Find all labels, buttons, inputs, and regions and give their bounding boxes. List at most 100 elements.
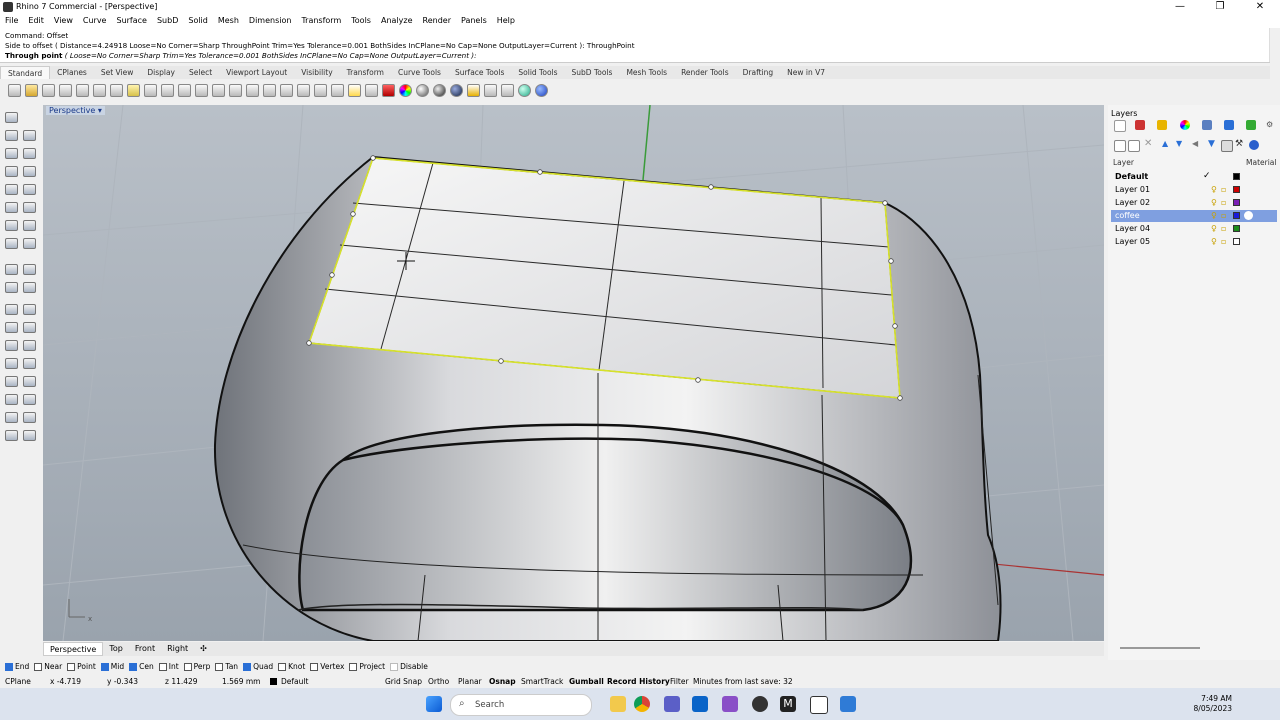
tab-render-tools[interactable]: Render Tools (674, 66, 736, 79)
app-icon[interactable] (840, 696, 856, 712)
copy-layer-icon[interactable] (1221, 140, 1233, 152)
osnap-toggle[interactable]: Osnap (489, 677, 516, 686)
arc-icon[interactable] (5, 166, 18, 177)
layer-color-swatch[interactable] (1233, 186, 1240, 193)
checkbox-icon[interactable] (183, 662, 192, 671)
solid-icon[interactable] (23, 220, 36, 231)
color-wheel-icon[interactable] (399, 83, 412, 97)
surface-icon[interactable] (5, 202, 18, 213)
rendering-tab-icon[interactable] (1202, 120, 1212, 130)
tab-display[interactable]: Display (140, 66, 182, 79)
open-icon[interactable] (25, 83, 38, 97)
unlock-icon[interactable]: ▫ (1221, 211, 1226, 220)
viewport-title[interactable]: Perspective ▾ (46, 106, 105, 115)
menu-edit[interactable]: Edit (23, 14, 49, 28)
text-icon[interactable] (5, 340, 18, 351)
shaded-sphere-icon[interactable] (433, 83, 446, 97)
polyline-icon[interactable] (5, 130, 18, 141)
teams-icon[interactable] (664, 696, 680, 712)
move-up-icon[interactable]: ▲ (1162, 139, 1172, 149)
copy-icon[interactable] (110, 83, 123, 97)
command-history[interactable]: Command: Offset Side to offset ( Distanc… (0, 28, 1270, 63)
properties-icon[interactable] (76, 83, 89, 97)
obs-icon[interactable] (752, 696, 768, 712)
box-icon[interactable] (5, 220, 18, 231)
app-m-icon[interactable]: M (780, 696, 796, 712)
osnap-near[interactable]: Near (34, 662, 62, 671)
close-button[interactable]: ✕ (1240, 0, 1280, 14)
array-icon[interactable] (5, 394, 18, 405)
osnap-cen[interactable]: Cen (129, 662, 154, 671)
menu-tools[interactable]: Tools (346, 14, 376, 28)
layer-name[interactable]: Layer 05 (1115, 237, 1150, 246)
set-view-icon[interactable] (331, 83, 344, 97)
outlook-icon[interactable] (692, 696, 708, 712)
checkbox-icon[interactable] (158, 662, 167, 671)
new-icon[interactable] (8, 83, 21, 97)
trim-icon[interactable] (5, 282, 18, 293)
point-icon[interactable] (23, 340, 36, 351)
smarttrack-toggle[interactable]: SmartTrack (521, 677, 563, 686)
gumball-toggle[interactable]: Gumball (569, 677, 604, 686)
osnap-int[interactable]: Int (158, 662, 179, 671)
join-icon[interactable] (5, 304, 18, 315)
settings-icon[interactable] (484, 83, 497, 97)
new-layer-icon[interactable] (1114, 140, 1126, 152)
group-icon[interactable] (23, 304, 36, 315)
tab-standard[interactable]: Standard (0, 66, 51, 79)
display-tab-icon[interactable] (1157, 120, 1167, 130)
polygon-icon[interactable] (5, 184, 18, 195)
tab-new-in-v7[interactable]: New in V7 (780, 66, 832, 79)
cylinder-icon[interactable] (5, 238, 18, 249)
unlock-icon[interactable]: ▫ (1221, 185, 1226, 194)
checkbox-icon[interactable] (243, 662, 252, 671)
ellipse-icon[interactable] (23, 148, 36, 159)
select-arrow-icon[interactable] (5, 112, 18, 123)
align-icon[interactable] (23, 394, 36, 405)
menu-surface[interactable]: Surface (111, 14, 151, 28)
print-icon[interactable] (59, 83, 72, 97)
add-viewport-icon[interactable]: ✣ (194, 642, 213, 656)
menu-render[interactable]: Render (418, 14, 456, 28)
layer-name[interactable]: Default (1115, 172, 1148, 181)
file-explorer-icon[interactable] (610, 696, 626, 712)
chevron-down-icon[interactable]: ▾ (98, 106, 102, 115)
tab-solid-tools[interactable]: Solid Tools (511, 66, 564, 79)
layer-row-02[interactable]: Layer 02 ♀ ▫ (1111, 197, 1277, 209)
zoom-icon[interactable] (195, 83, 208, 97)
lights-tab-icon[interactable] (1224, 120, 1234, 130)
help-icon[interactable] (1249, 140, 1259, 150)
menu-curve[interactable]: Curve (78, 14, 112, 28)
boolean-icon[interactable] (5, 430, 18, 441)
layer-name[interactable]: coffee (1115, 211, 1140, 220)
osnap-point[interactable]: Point (67, 662, 96, 671)
osnap-tan[interactable]: Tan (215, 662, 238, 671)
paint-bucket-icon[interactable] (23, 430, 36, 441)
lightbulb-icon[interactable]: ♀ (1211, 224, 1217, 233)
checkbox-icon[interactable] (310, 662, 319, 671)
osnap-vertex[interactable]: Vertex (310, 662, 344, 671)
checkbox-icon[interactable] (67, 662, 76, 671)
circle-icon[interactable] (5, 148, 18, 159)
menu-subd[interactable]: SubD (152, 14, 183, 28)
visual-studio-icon[interactable] (722, 696, 738, 712)
tab-right[interactable]: Right (161, 642, 194, 656)
panel-scrollbar[interactable] (1120, 647, 1200, 649)
layer-row-01[interactable]: Layer 01 ♀ ▫ (1111, 184, 1277, 196)
chrome-icon[interactable] (634, 696, 650, 712)
tab-surface-tools[interactable]: Surface Tools (448, 66, 511, 79)
filter-toggle[interactable]: Filter (670, 677, 689, 686)
osnap-disable[interactable]: Disable (390, 662, 428, 671)
undo-icon[interactable] (144, 83, 157, 97)
move-icon[interactable] (5, 358, 18, 369)
explode-icon[interactable] (23, 264, 36, 275)
osnap-mid[interactable]: Mid (100, 662, 124, 671)
layer-row-default[interactable]: Default ✓ (1111, 171, 1277, 183)
menu-panels[interactable]: Panels (456, 14, 492, 28)
lightbulb-icon[interactable]: ♀ (1211, 185, 1217, 194)
mirror-icon[interactable] (23, 376, 36, 387)
menu-dimension[interactable]: Dimension (244, 14, 297, 28)
undo-view-icon[interactable] (263, 83, 276, 97)
unlock-icon[interactable]: ▫ (1221, 224, 1226, 233)
menu-file[interactable]: File (0, 14, 23, 28)
